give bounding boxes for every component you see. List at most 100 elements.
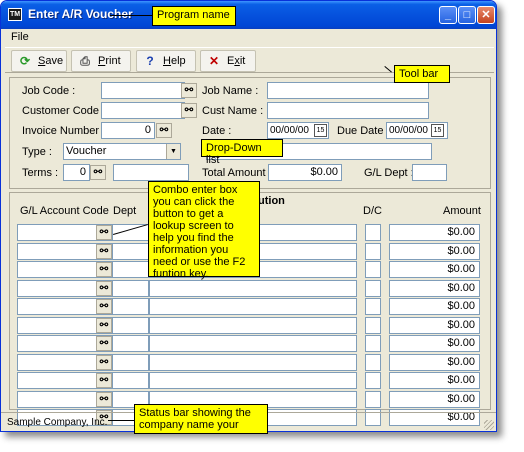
dept-cell[interactable] <box>112 279 149 297</box>
dc-cell[interactable] <box>365 224 381 241</box>
table-row: $0.00 ⚯ <box>10 335 490 352</box>
amount-cell[interactable]: $0.00 <box>389 242 480 260</box>
toolbar-callout: Tool bar <box>394 65 450 83</box>
col-gl-account-header: G/L Account Code <box>20 205 109 217</box>
binoculars-icon[interactable]: ⚯ <box>96 280 112 296</box>
job-code-lookup-icon[interactable]: ⚯ <box>181 83 197 98</box>
amount-cell[interactable]: $0.00 <box>389 298 480 315</box>
resize-grip-icon[interactable] <box>484 420 494 430</box>
table-row: $0.00 ⚯ <box>10 316 490 334</box>
dc-cell[interactable] <box>365 335 381 352</box>
date-label: Date : <box>202 125 232 137</box>
voucher-header-form: Job Code : ⚯ Customer Code : ⚯ Invoice N… <box>9 77 491 189</box>
dept-cell[interactable] <box>112 335 149 352</box>
dc-cell[interactable] <box>365 372 381 389</box>
invoice-number-label: Invoice Number : <box>22 125 106 137</box>
binoculars-icon[interactable]: ⚯ <box>96 262 112 277</box>
job-code-label: Job Code : <box>22 85 76 97</box>
calendar-icon[interactable]: 15 <box>314 124 327 137</box>
dc-cell[interactable] <box>365 298 381 315</box>
job-name-label: Job Name : <box>202 85 259 97</box>
app-icon: TM <box>8 8 22 21</box>
type-label: Type : <box>22 146 52 158</box>
invoice-number-input[interactable]: 0 <box>101 122 155 139</box>
customer-code-lookup-icon[interactable]: ⚯ <box>181 103 197 118</box>
dept-cell[interactable] <box>112 372 149 389</box>
type-dropdown[interactable]: Voucher ▼ <box>63 143 181 160</box>
dept-cell[interactable] <box>112 316 149 334</box>
amount-cell[interactable]: $0.00 <box>389 316 480 334</box>
terms-input[interactable]: 0 <box>63 164 90 181</box>
description-cell[interactable] <box>149 316 357 334</box>
gl-dept-label: G/L Dept : <box>364 167 414 179</box>
job-code-input[interactable] <box>101 82 185 99</box>
total-amount-field: $0.00 <box>268 164 342 181</box>
binoculars-icon[interactable]: ⚯ <box>96 336 112 351</box>
dc-cell[interactable] <box>365 316 381 334</box>
dept-cell[interactable] <box>112 353 149 371</box>
amount-cell[interactable]: $0.00 <box>389 261 480 278</box>
dept-cell[interactable] <box>112 242 149 260</box>
col-dc-header: D/C <box>363 205 382 217</box>
description-cell[interactable] <box>149 298 357 315</box>
customer-code-input[interactable] <box>101 102 185 119</box>
status-bar-arrow <box>108 420 134 421</box>
help-label: Help <box>163 55 186 67</box>
dc-cell[interactable] <box>365 279 381 297</box>
type-value: Voucher <box>66 145 107 157</box>
menu-file[interactable]: File <box>11 31 29 43</box>
minimize-button[interactable]: _ <box>439 6 457 24</box>
col-description-header: ution <box>258 195 285 207</box>
amount-cell[interactable]: $0.00 <box>389 224 480 241</box>
terms-label: Terms : <box>22 167 59 179</box>
exit-label: Exit <box>227 55 246 67</box>
dc-cell[interactable] <box>365 242 381 260</box>
binoculars-icon[interactable]: ⚯ <box>96 299 112 314</box>
print-button[interactable]: ⎙ Print <box>71 50 131 72</box>
description-cell[interactable] <box>149 279 357 297</box>
refresh-icon: ⟳ <box>19 54 31 68</box>
dc-cell[interactable] <box>365 261 381 278</box>
dc-cell[interactable] <box>365 390 381 408</box>
dc-cell[interactable] <box>365 353 381 371</box>
help-button[interactable]: ? Help <box>136 50 196 72</box>
binoculars-icon[interactable]: ⚯ <box>96 243 112 259</box>
terms-description-field <box>113 164 189 181</box>
combo-callout: Combo enter box you can click the button… <box>148 181 260 280</box>
binoculars-icon[interactable]: ⚯ <box>96 317 112 333</box>
binoculars-icon[interactable]: ⚯ <box>96 225 112 240</box>
dept-cell[interactable] <box>112 261 149 278</box>
description-cell[interactable] <box>149 372 357 389</box>
job-name-field[interactable] <box>267 82 429 99</box>
table-row: $0.00 ⚯ <box>10 372 490 389</box>
terms-lookup-icon[interactable]: ⚯ <box>90 165 106 180</box>
gl-dept-input[interactable] <box>412 164 447 181</box>
amount-cell[interactable]: $0.00 <box>389 335 480 352</box>
close-button[interactable]: ✕ <box>477 6 495 24</box>
description-cell[interactable] <box>149 353 357 371</box>
cust-name-field[interactable] <box>267 102 429 119</box>
exit-button[interactable]: ✕ Exit <box>200 50 256 72</box>
binoculars-icon[interactable]: ⚯ <box>96 354 112 370</box>
customer-code-label: Customer Code : <box>22 105 106 117</box>
calendar-icon[interactable]: 15 <box>431 124 444 137</box>
dept-cell[interactable] <box>112 298 149 315</box>
binoculars-icon[interactable]: ⚯ <box>96 373 112 388</box>
invoice-lookup-icon[interactable]: ⚯ <box>156 123 172 138</box>
title-bar[interactable]: TM Enter A/R Voucher _ □ ✕ <box>1 1 496 29</box>
binoculars-icon[interactable]: ⚯ <box>96 391 112 407</box>
amount-cell[interactable]: $0.00 <box>389 372 480 389</box>
cust-name-label: Cust Name : <box>202 105 264 117</box>
amount-cell[interactable]: $0.00 <box>389 353 480 371</box>
x-icon: ✕ <box>208 54 220 68</box>
table-row: $0.00 ⚯ <box>10 298 490 315</box>
due-date-value: 00/00/00 <box>389 125 428 136</box>
table-row: $0.00 ⚯ <box>10 279 490 297</box>
maximize-button[interactable]: □ <box>458 6 476 24</box>
amount-cell[interactable]: $0.00 <box>389 390 480 408</box>
company-name: Sample Company, Inc. <box>7 417 108 428</box>
save-button[interactable]: ⟳ Save <box>11 50 67 72</box>
description-cell[interactable] <box>149 335 357 352</box>
amount-cell[interactable]: $0.00 <box>389 279 480 297</box>
chevron-down-icon[interactable]: ▼ <box>166 144 180 159</box>
